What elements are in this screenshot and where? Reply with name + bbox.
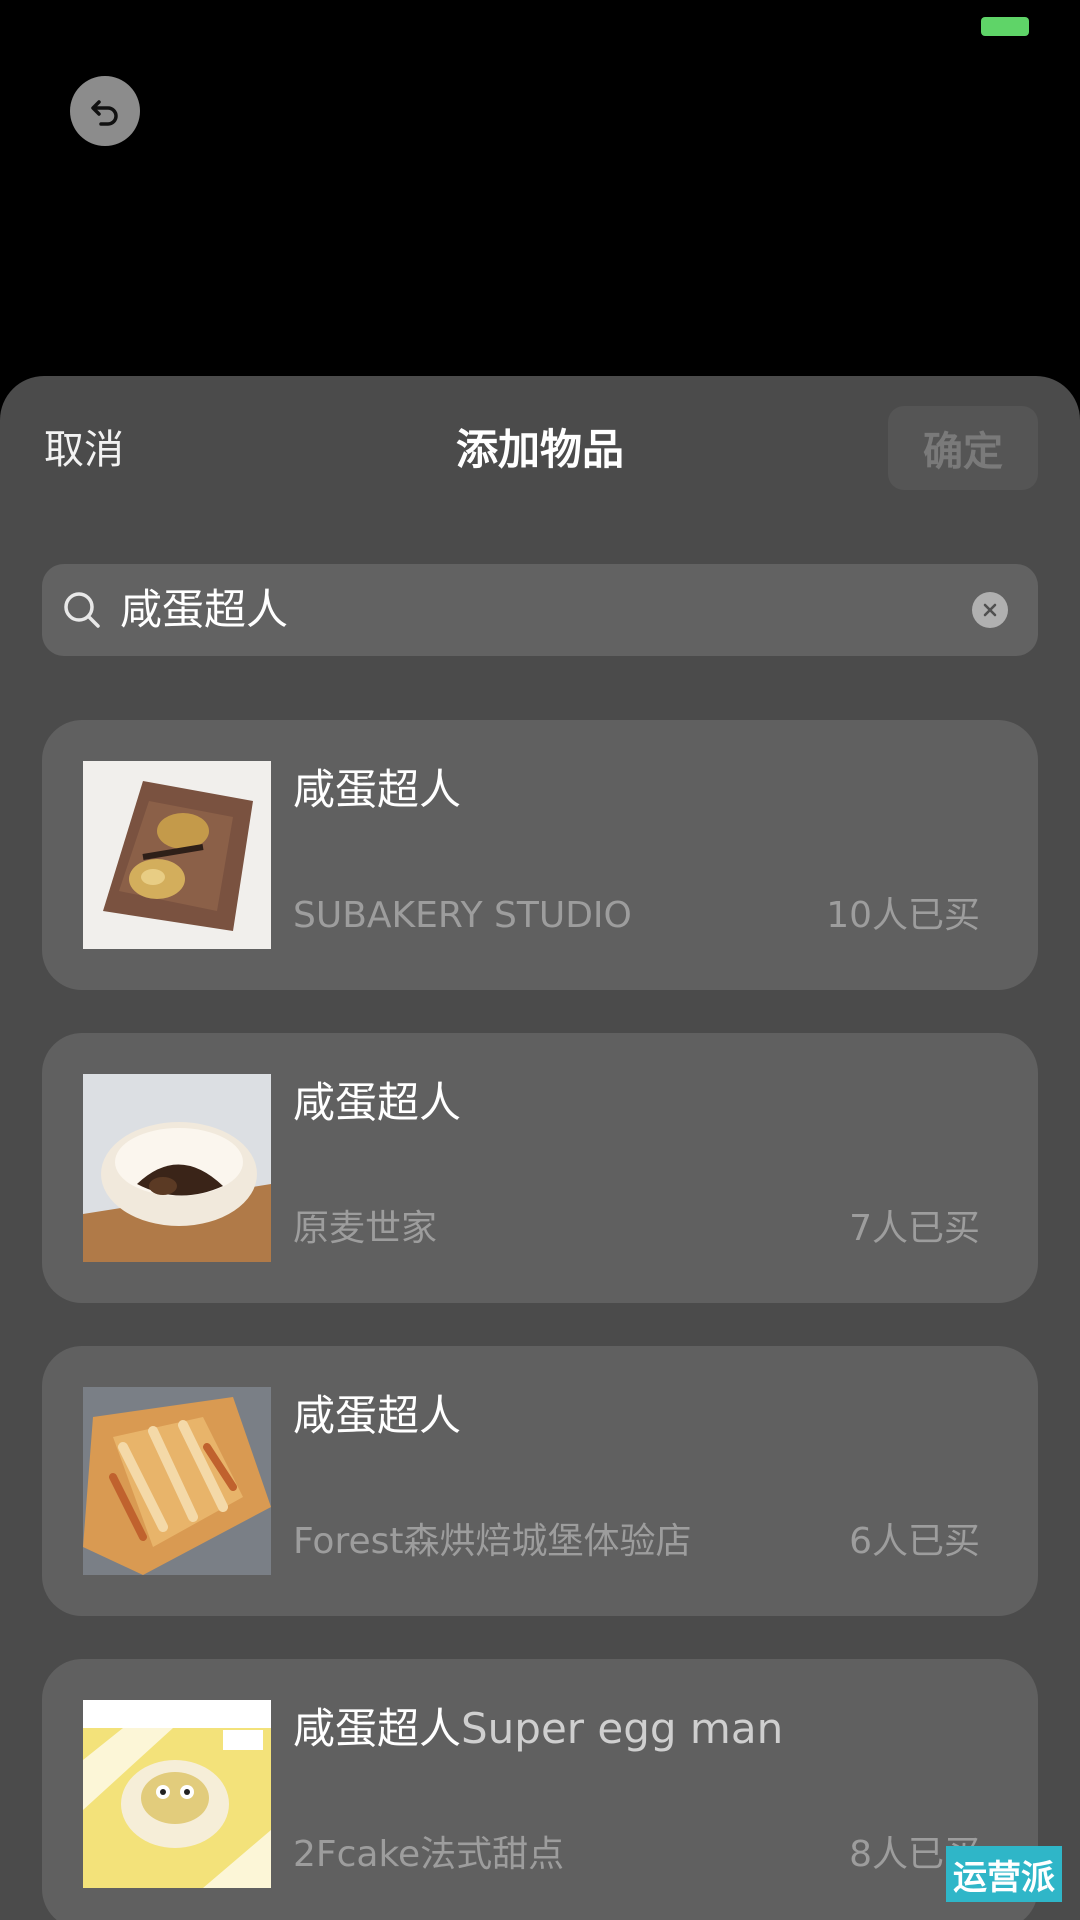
item-name: 咸蛋超人Super egg man <box>293 1704 784 1753</box>
battery-icon <box>981 17 1029 36</box>
store-name: Forest森烘焙城堡体验店 <box>293 1521 692 1562</box>
buyer-count: 7人已买 <box>849 1208 980 1249</box>
sheet-header: 取消 添加物品 确定 <box>0 376 1080 526</box>
store-name: 2Fcake法式甜点 <box>293 1834 565 1875</box>
bread-loaf-photo <box>83 761 271 949</box>
store-name: SUBAKERY STUDIO <box>293 895 632 936</box>
store-name: 原麦世家 <box>293 1208 438 1249</box>
search-input[interactable]: 咸蛋超人 <box>42 564 1038 656</box>
pastry-photo <box>83 1387 271 1575</box>
clear-search-button[interactable] <box>972 592 1008 628</box>
screen: 取消 添加物品 确定 咸蛋超人 咸蛋超人 SUBAKERY STUDIO 10人… <box>0 0 1080 1920</box>
list-item[interactable]: 咸蛋超人 Forest森烘焙城堡体验店 6人已买 <box>42 1346 1038 1616</box>
item-name: 咸蛋超人 <box>293 765 462 814</box>
list-item[interactable]: 咸蛋超人 原麦世家 7人已买 <box>42 1033 1038 1303</box>
cake-photo <box>83 1700 271 1888</box>
search-icon <box>64 592 100 628</box>
clear-icon <box>983 603 997 617</box>
watermark-logo: 运营派 <box>946 1846 1062 1902</box>
bun-photo <box>83 1074 271 1262</box>
buyer-count: 10人已买 <box>826 895 980 936</box>
add-item-sheet: 取消 添加物品 确定 咸蛋超人 咸蛋超人 SUBAKERY STUDIO 10人… <box>0 376 1080 1920</box>
search-query[interactable]: 咸蛋超人 <box>120 578 288 642</box>
back-button[interactable] <box>70 76 140 146</box>
item-name: 咸蛋超人 <box>293 1078 462 1127</box>
item-name: 咸蛋超人 <box>293 1391 462 1440</box>
confirm-button[interactable]: 确定 <box>888 406 1038 490</box>
buyer-count: 6人已买 <box>849 1521 980 1562</box>
list-item[interactable]: 咸蛋超人Super egg man 2Fcake法式甜点 8人已买 <box>42 1659 1038 1920</box>
result-list: 咸蛋超人 SUBAKERY STUDIO 10人已买 咸蛋超人 原麦世家 7人已… <box>42 720 1038 1920</box>
undo-arrow-icon <box>91 100 118 126</box>
list-item[interactable]: 咸蛋超人 SUBAKERY STUDIO 10人已买 <box>42 720 1038 990</box>
